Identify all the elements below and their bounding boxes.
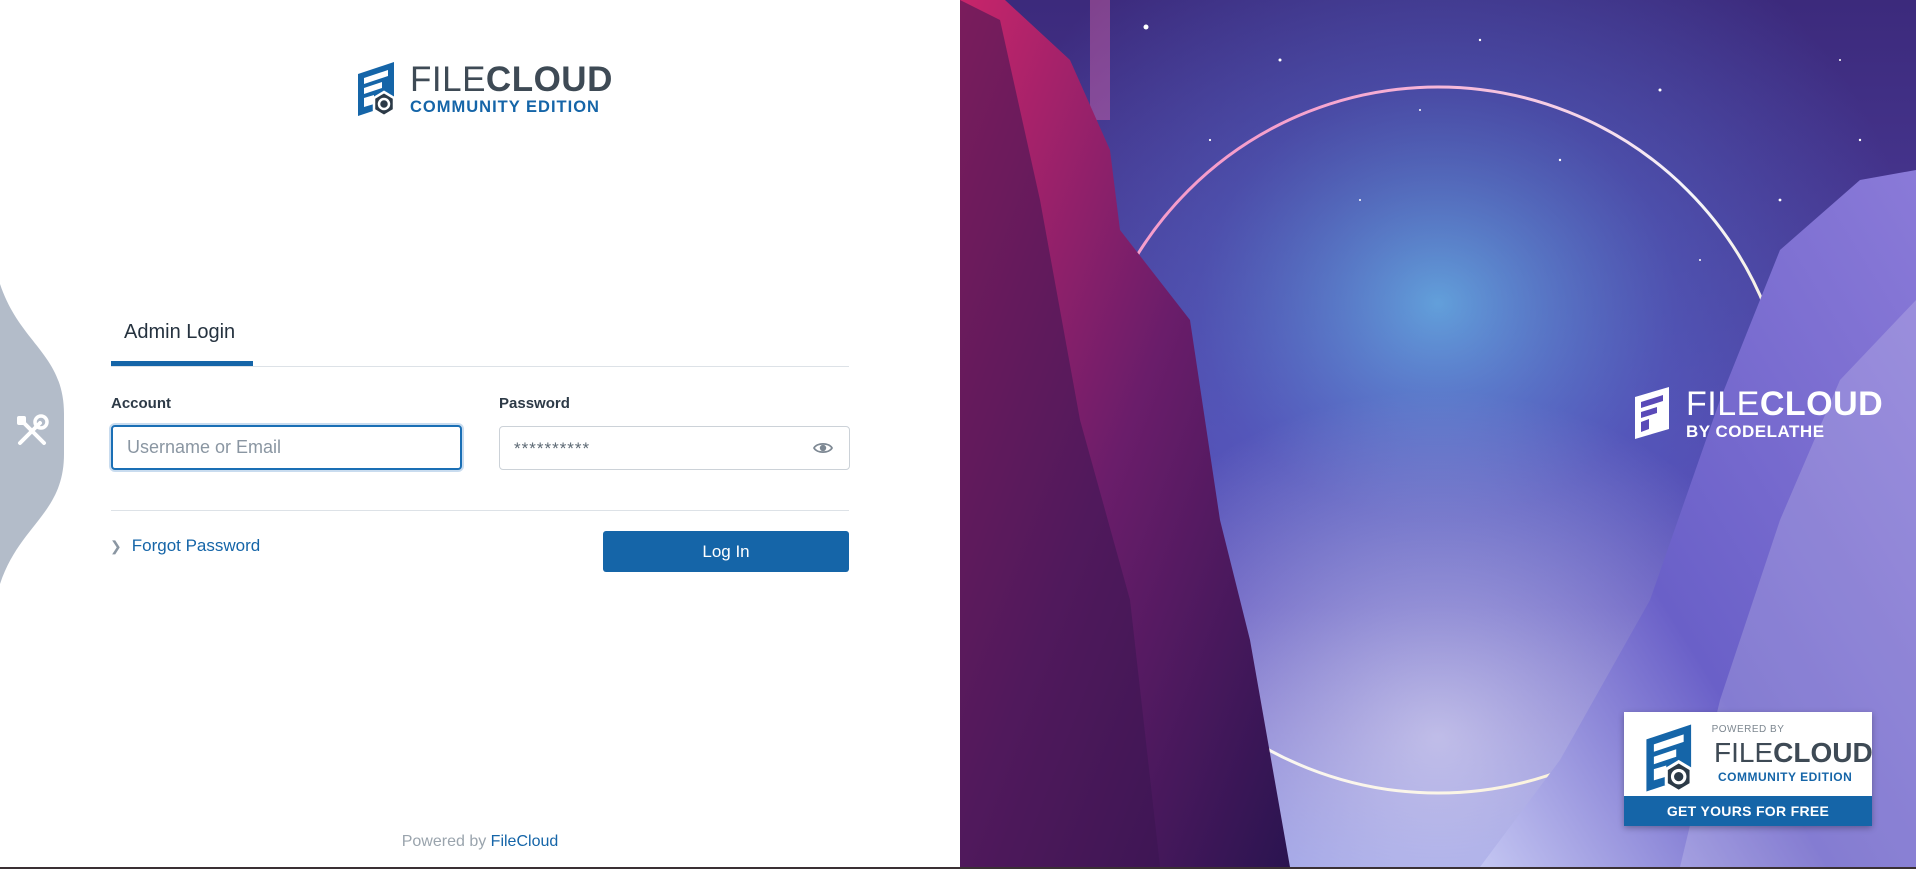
forgot-password-link[interactable]: ❯ Forgot Password <box>110 536 260 556</box>
filecloud-white-icon <box>1635 387 1669 439</box>
hero-panel: FILECLOUD BY CODELATHE POWERED BY FILECL… <box>960 0 1916 867</box>
promo-logo-icon <box>1646 724 1693 794</box>
eye-icon[interactable] <box>813 438 833 458</box>
chevron-right-icon: ❯ <box>110 537 122 554</box>
powered-by-footer: Powered by FileCloud <box>0 833 960 851</box>
login-panel: FILECLOUD COMMUNITY EDITION Admin Login … <box>0 0 960 867</box>
password-label: Password <box>499 395 570 412</box>
logo-edition: COMMUNITY EDITION <box>410 98 600 117</box>
forgot-password-label: Forgot Password <box>131 536 261 555</box>
form-divider <box>111 510 849 511</box>
filecloud-logo-icon <box>358 62 396 118</box>
logo-wordmark: FILECLOUD <box>410 60 613 100</box>
get-yours-promo-banner[interactable]: POWERED BY FILECLOUD COMMUNITY EDITION G… <box>1624 712 1873 826</box>
filecloud-logo: FILECLOUD COMMUNITY EDITION <box>354 60 613 118</box>
account-input[interactable] <box>111 425 462 470</box>
login-button[interactable]: Log In <box>603 531 849 572</box>
promo-wordmark: FILECLOUD <box>1714 737 1873 768</box>
hero-wordmark: FILECLOUD <box>1686 384 1884 423</box>
promo-edition: COMMUNITY EDITION <box>1718 770 1853 784</box>
hero-brand-logo: FILECLOUD BY CODELATHE <box>1632 385 1883 441</box>
get-yours-for-free-button[interactable]: GET YOURS FOR FREE <box>1624 796 1872 826</box>
filecloud-link[interactable]: FileCloud <box>491 833 559 850</box>
tab-admin-login[interactable]: Admin Login <box>111 314 253 366</box>
hero-byline: BY CODELATHE <box>1686 421 1825 441</box>
powered-by-text: Powered by <box>401 833 487 850</box>
tools-icon[interactable] <box>14 413 50 449</box>
account-label: Account <box>111 395 171 412</box>
password-input[interactable] <box>499 426 850 470</box>
login-tabs: Admin Login <box>111 314 849 367</box>
